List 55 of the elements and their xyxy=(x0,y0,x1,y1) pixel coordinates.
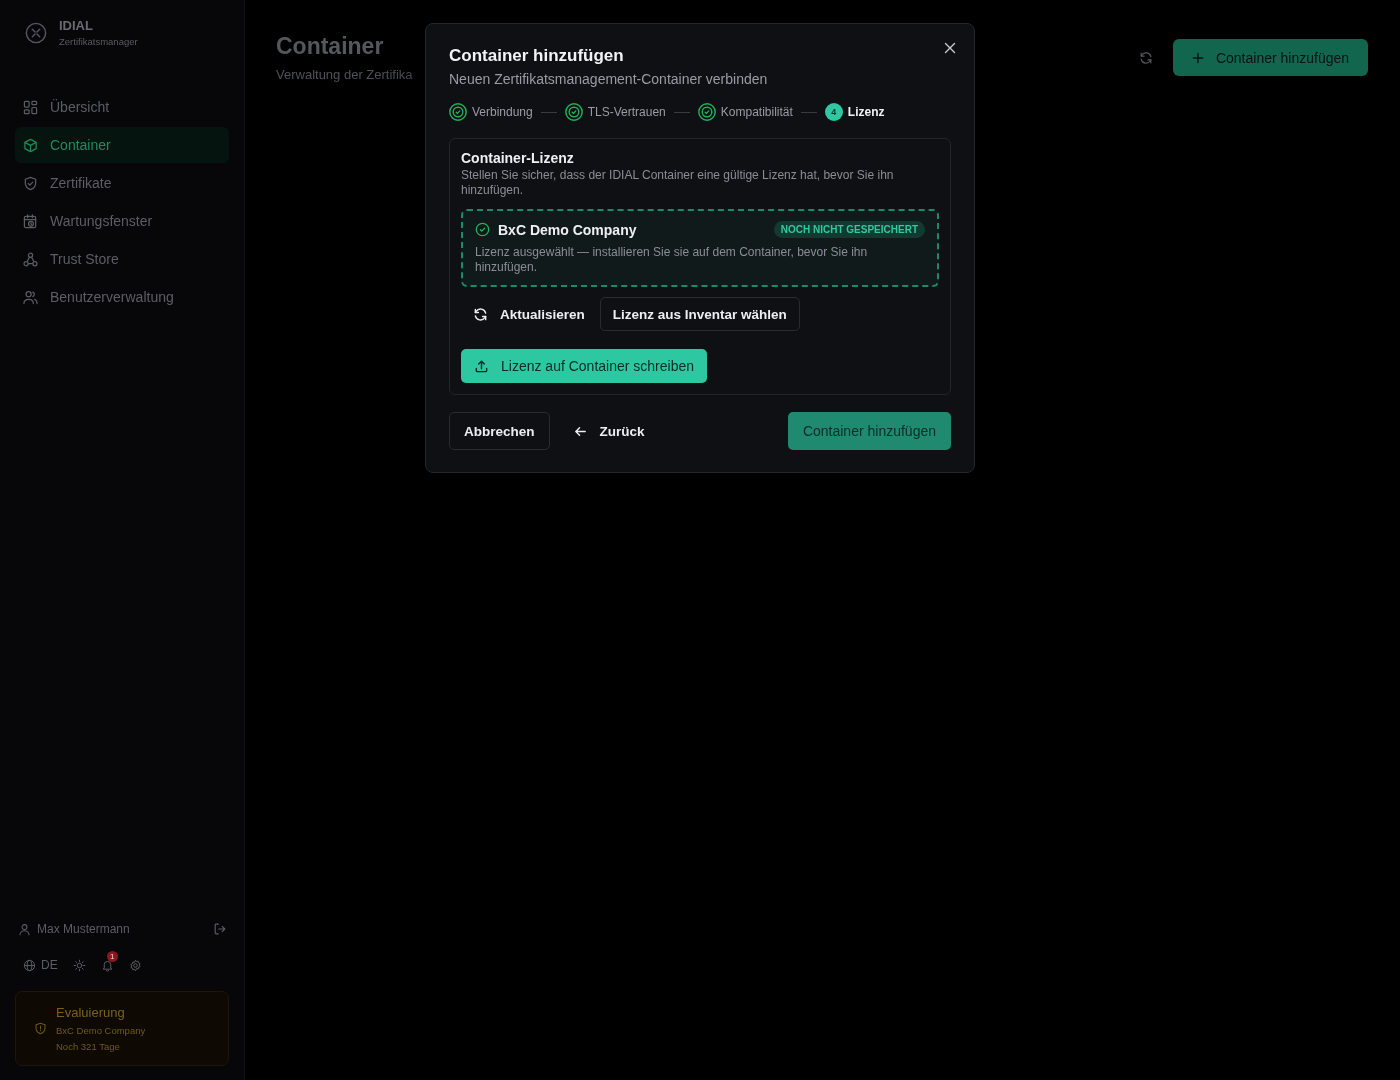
section-description: Stellen Sie sicher, dass der IDIAL Container eine gültige Lizenz hat, bevor Sie ihn hinzufügen. xyxy=(461,168,895,198)
globe-icon xyxy=(23,958,36,972)
nav-item[interactable]: Wartungsfenster xyxy=(15,203,229,239)
nav-item[interactable]: Zertifikate xyxy=(15,165,229,201)
brand-subtitle: Zertifikatsmanager xyxy=(59,36,138,47)
shield-check-icon xyxy=(23,175,38,191)
upload-icon xyxy=(474,358,489,374)
cancel-button[interactable]: Abbrechen xyxy=(449,412,550,450)
users-icon xyxy=(23,289,38,305)
back-button[interactable]: Zurück xyxy=(557,412,660,450)
license-company: BxC Demo Company xyxy=(56,1025,146,1036)
brand-name: IDIAL xyxy=(59,18,94,33)
calendar-clock-icon xyxy=(23,213,38,229)
cube-icon xyxy=(23,137,38,153)
license-note: Lizenz ausgewählt — installieren Sie sie auf dem Container, bevor Sie ihn hinzufügen. xyxy=(475,245,869,275)
page-title: Container xyxy=(276,33,385,59)
dialog-subtitle: Neuen Zertifikatsmanagement-Container verbinden xyxy=(449,70,769,88)
step-label: TLS-Vertrauen xyxy=(587,105,666,119)
license-name: BxC Demo Company xyxy=(498,221,638,238)
nav-item[interactable]: Container xyxy=(15,127,229,163)
shield-alert-icon xyxy=(34,1022,47,1035)
step-label: Lizenz xyxy=(847,105,885,119)
page-subtitle: Verwaltung der Zertifika xyxy=(276,67,413,82)
user-name: Max Mustermann xyxy=(37,922,131,936)
nav-item[interactable]: Übersicht xyxy=(15,89,229,125)
plus-icon xyxy=(1191,51,1204,64)
logo-icon xyxy=(25,21,47,44)
close-icon xyxy=(944,42,956,54)
grid-icon xyxy=(23,99,38,115)
write-license-button[interactable]: Lizenz auf Container schreiben xyxy=(461,349,707,383)
license-status-title: Evaluierung xyxy=(56,1005,126,1020)
refresh-button[interactable]: Aktualisieren xyxy=(461,297,598,331)
choose-license-button[interactable]: Lizenz aus Inventar wählen xyxy=(599,297,800,331)
logout-icon[interactable] xyxy=(213,922,227,936)
bell-icon[interactable] xyxy=(100,958,114,972)
section-title: Container-Lizenz xyxy=(461,150,575,167)
license-remaining: Noch 321 Tage xyxy=(56,1041,121,1052)
refresh-icon xyxy=(473,306,488,322)
step-label: Kompatibilität xyxy=(720,105,793,119)
step-label: Verbindung xyxy=(472,105,533,119)
nav-item[interactable]: Trust Store xyxy=(15,241,229,277)
language-button[interactable]: DE xyxy=(23,958,58,972)
sun-icon[interactable] xyxy=(72,958,86,972)
step-number: 4 xyxy=(824,103,843,121)
dialog-title: Container hinzufügen xyxy=(449,45,625,67)
refresh-icon[interactable] xyxy=(1139,50,1153,65)
status-badge: NOCH NICHT GESPEICHERT xyxy=(773,221,925,238)
nav-item[interactable]: Benutzerverwaltung xyxy=(15,279,229,315)
notification-count: 1 xyxy=(106,950,118,962)
settings-icon[interactable] xyxy=(128,958,142,972)
nodes-icon xyxy=(23,251,38,267)
user-icon xyxy=(18,922,31,936)
close-button[interactable] xyxy=(942,40,958,56)
add-container-button[interactable]: Container hinzufügen xyxy=(1173,39,1368,76)
check-circle-icon xyxy=(475,222,490,237)
